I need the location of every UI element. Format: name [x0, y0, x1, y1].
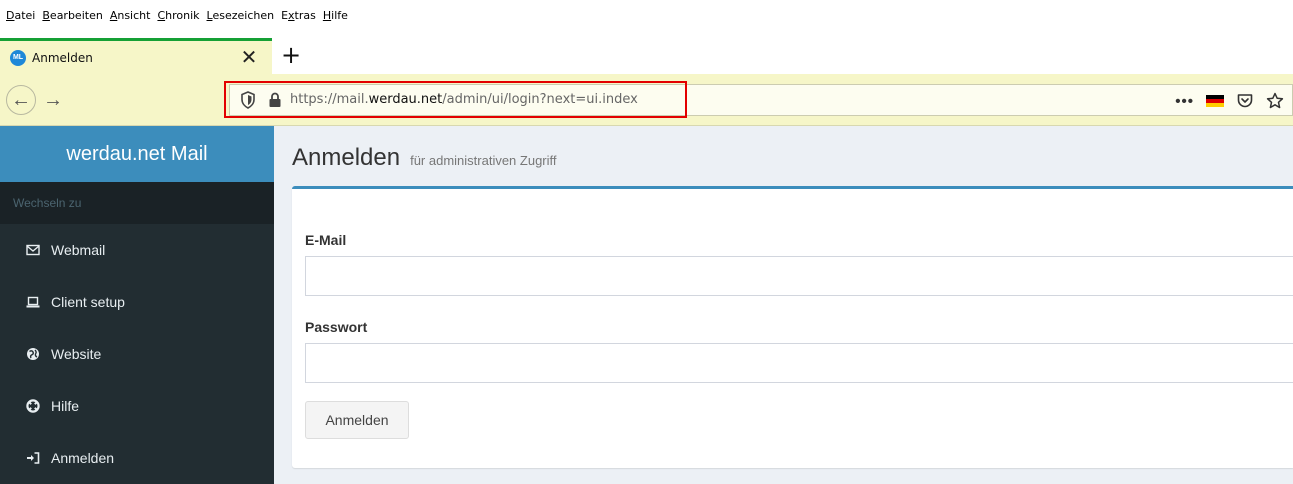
bookmark-star-icon[interactable]: [1266, 92, 1284, 110]
sidebar-item-label: Website: [51, 346, 102, 362]
sidebar-item-client-setup[interactable]: Client setup: [0, 276, 274, 328]
sidebar-item-label: Webmail: [51, 242, 106, 258]
laptop-icon: [26, 296, 40, 308]
login-box: E-Mail Passwort Anmelden: [292, 186, 1293, 468]
tracking-protection-shield-icon[interactable]: [240, 91, 256, 109]
back-button[interactable]: ←: [6, 85, 36, 115]
site-favicon-icon: ML: [10, 49, 26, 66]
url-text[interactable]: https://mail.werdau.net/admin/ui/login?n…: [290, 92, 638, 107]
sidebar-item-hilfe[interactable]: Hilfe: [0, 380, 274, 432]
brand-logo[interactable]: werdau.net Mail: [0, 126, 274, 182]
tab-anmelden[interactable]: ML Anmelden ✕: [0, 38, 272, 74]
email-label: E-Mail: [305, 232, 347, 248]
navigation-bar: ← → https://mail.werdau.net/admin/ui/log…: [0, 74, 1293, 126]
sign-in-icon: [27, 452, 40, 464]
envelope-icon: [26, 244, 40, 256]
tab-title: Anmelden: [32, 50, 93, 65]
password-label: Passwort: [305, 319, 368, 335]
sidebar-item-label: Hilfe: [51, 398, 80, 414]
menu-lesezeichen[interactable]: Lesezeichen: [207, 9, 275, 22]
forward-button[interactable]: →: [38, 85, 68, 115]
sidebar-item-label: Client setup: [51, 294, 125, 310]
menu-bearbeiten[interactable]: Bearbeiten: [42, 9, 102, 22]
menu-chronik[interactable]: Chronik: [157, 9, 199, 22]
page-header: Anmelden für administrativen Zugriff: [292, 144, 557, 172]
url-toolbar: •••: [1175, 89, 1284, 113]
email-field[interactable]: [305, 256, 1293, 296]
menu-bar: Datei Bearbeiten Ansicht Chronik Lesezei…: [0, 0, 1293, 30]
close-tab-icon[interactable]: ✕: [240, 47, 258, 69]
menu-extras[interactable]: Extras: [281, 9, 316, 22]
life-ring-icon: [26, 399, 40, 413]
sidebar-item-label: Anmelden: [51, 450, 115, 466]
sidebar-item-website[interactable]: Website: [0, 328, 274, 380]
sidebar-item-anmelden[interactable]: Anmelden: [0, 432, 274, 484]
menu-ansicht[interactable]: Ansicht: [110, 9, 151, 22]
lock-icon[interactable]: [268, 92, 282, 108]
page-actions-menu-icon[interactable]: •••: [1175, 93, 1194, 110]
new-tab-button[interactable]: +: [278, 41, 304, 69]
globe-icon: [27, 348, 39, 360]
address-bar[interactable]: https://mail.werdau.net/admin/ui/login?n…: [229, 84, 1293, 116]
page-title: Anmelden: [292, 144, 401, 171]
menu-hilfe[interactable]: Hilfe: [323, 9, 348, 22]
german-flag-icon[interactable]: [1206, 94, 1224, 108]
menu-datei[interactable]: Datei: [6, 9, 35, 22]
sidebar: werdau.net Mail Wechseln zu Webmail Clie…: [0, 126, 274, 484]
pocket-icon[interactable]: [1236, 92, 1254, 110]
password-field[interactable]: [305, 343, 1293, 383]
page-subtitle: für administrativen Zugriff: [410, 153, 557, 168]
tab-strip: ML Anmelden ✕ +: [0, 38, 1293, 74]
main-content: Anmelden für administrativen Zugriff E-M…: [274, 126, 1293, 484]
sidebar-item-webmail[interactable]: Webmail: [0, 224, 274, 276]
login-button[interactable]: Anmelden: [305, 401, 409, 439]
sidebar-header: Wechseln zu: [0, 182, 274, 224]
